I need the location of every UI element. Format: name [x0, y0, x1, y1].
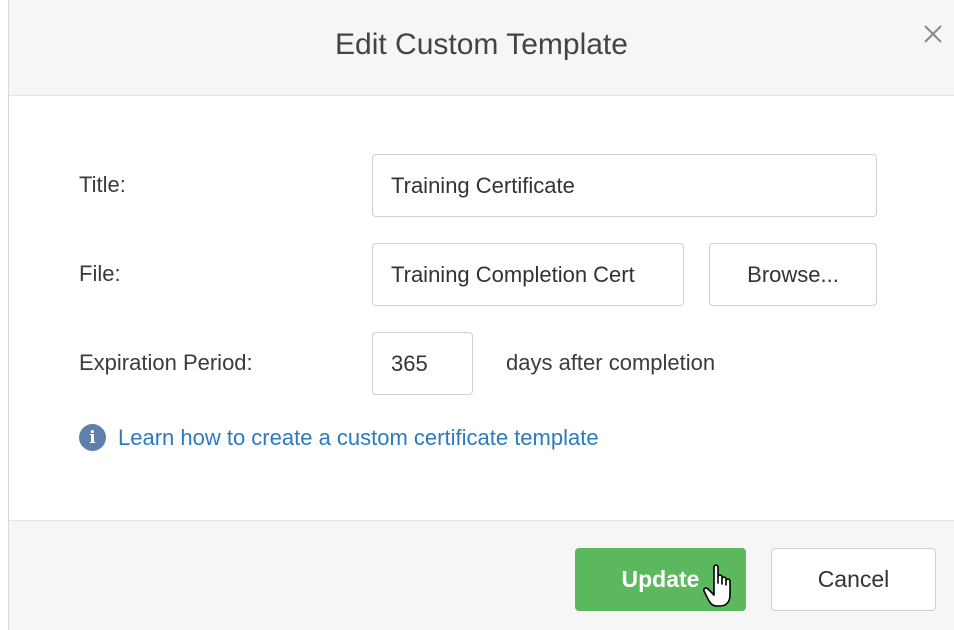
- help-link-text[interactable]: Learn how to create a custom certificate…: [118, 425, 599, 451]
- close-icon: [924, 25, 942, 43]
- title-input[interactable]: Training Certificate: [372, 154, 877, 217]
- dialog-body: Title: Training Certificate File: Traini…: [9, 96, 954, 521]
- expiration-label: Expiration Period:: [79, 350, 253, 375]
- cancel-button[interactable]: Cancel: [771, 548, 936, 611]
- file-input[interactable]: Training Completion Cert: [372, 243, 684, 306]
- title-label: Title:: [79, 172, 126, 197]
- edit-template-dialog: Edit Custom Template Title: Training Cer…: [8, 0, 954, 630]
- info-icon: i: [79, 424, 106, 451]
- hand-cursor-icon: [703, 564, 731, 607]
- browse-button[interactable]: Browse...: [709, 243, 877, 306]
- dialog-footer: Update Cancel: [9, 520, 954, 630]
- close-button[interactable]: [919, 20, 947, 48]
- help-link[interactable]: i Learn how to create a custom certifica…: [79, 424, 599, 451]
- expiration-input[interactable]: 365: [372, 332, 473, 395]
- dialog-header: Edit Custom Template: [9, 0, 954, 96]
- expiration-suffix: days after completion: [506, 350, 716, 375]
- dialog-title: Edit Custom Template: [335, 28, 628, 61]
- file-label: File:: [79, 261, 121, 286]
